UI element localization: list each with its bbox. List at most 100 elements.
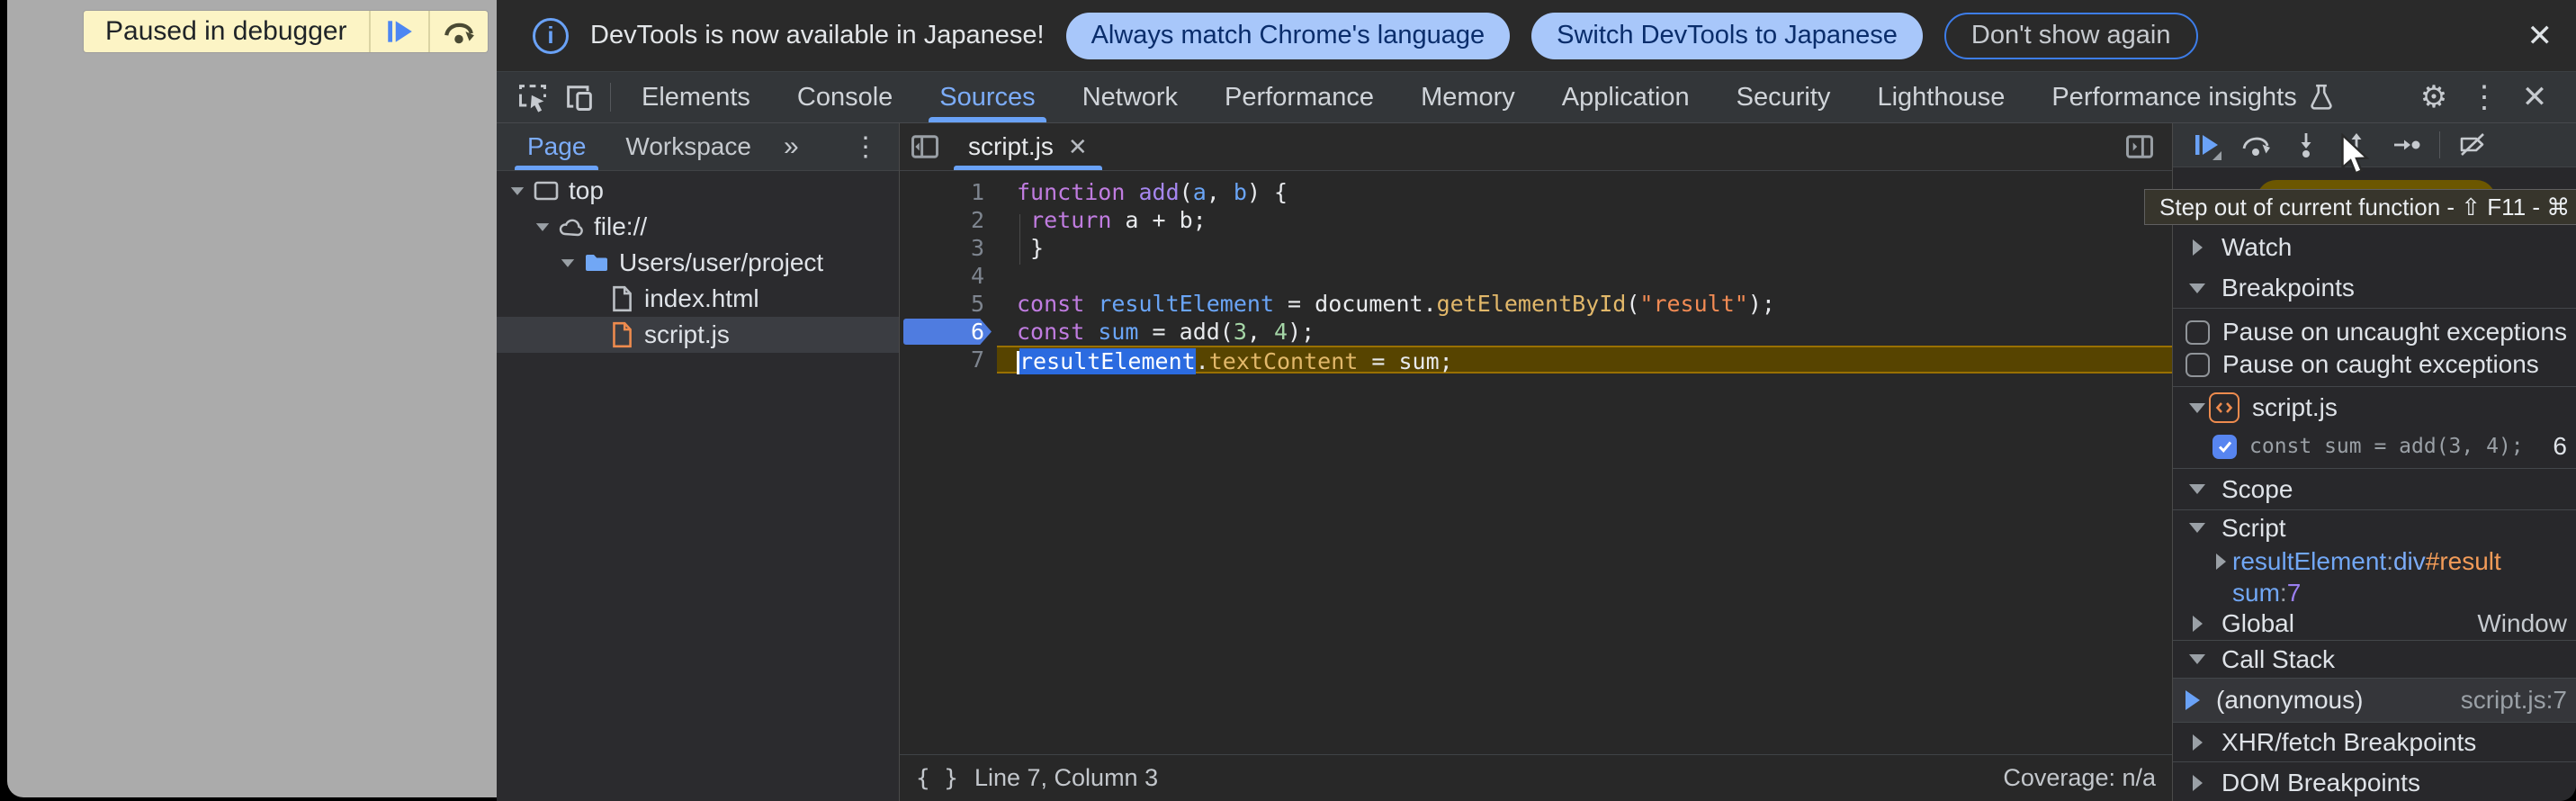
tree-item-label: Users/user/project <box>619 248 823 277</box>
scope-section-header[interactable]: Scope <box>2173 469 2576 509</box>
navigator-tab-workspace[interactable]: Workspace <box>606 123 771 170</box>
breakpoint-entry-row[interactable]: const sum = add(3, 4); 6 <box>2173 428 2576 464</box>
code-line-2: 2 return a + b; <box>900 206 2172 234</box>
code-token: ); <box>1748 291 1775 317</box>
code-token: , <box>1247 319 1274 345</box>
toggle-navigator-icon[interactable] <box>900 123 950 170</box>
line-number-1[interactable]: 1 <box>900 178 997 206</box>
step-out-button[interactable] <box>2338 127 2374 163</box>
watch-section-header[interactable]: Watch <box>2173 227 2576 268</box>
scope-script-row[interactable]: Script <box>2173 510 2576 545</box>
dom-breakpoints-section-header[interactable]: DOM Breakpoints <box>2173 762 2576 801</box>
code-token <box>1084 319 1098 345</box>
settings-gear-icon[interactable]: ⚙ <box>2409 79 2459 115</box>
tab-network[interactable]: Network <box>1059 72 1201 122</box>
device-toolbar-icon[interactable] <box>556 72 603 122</box>
code-line-text-2[interactable]: return a + b; <box>997 206 2172 234</box>
breakpoints-section-header[interactable]: Breakpoints <box>2173 268 2576 308</box>
breakpoint-group-row[interactable]: script.js <box>2173 387 2576 428</box>
tab-console[interactable]: Console <box>774 72 916 122</box>
paused-overlay-label: Paused in debugger <box>84 11 369 52</box>
tab-performance-insights[interactable]: Performance insights <box>2028 72 2357 122</box>
code-line-text-6[interactable]: const sum = add(3, 4); <box>997 318 2172 346</box>
pretty-print-icon[interactable]: { } <box>916 765 958 792</box>
line-number-7[interactable]: 7 <box>900 346 997 374</box>
code-line-text-4[interactable] <box>997 262 2172 290</box>
navigator-tab-page[interactable]: Page <box>507 123 606 170</box>
line-number-5[interactable]: 5 <box>900 290 997 318</box>
breakpoint-entry-checkbox[interactable] <box>2212 435 2237 459</box>
overlay-step-over-button[interactable] <box>430 11 488 52</box>
call-stack-frame-row[interactable]: (anonymous) script.js:7 <box>2173 679 2576 722</box>
tab-label: Network <box>1082 83 1178 112</box>
debugger-sidebar: Step out of current function - ⇧ F11 - ⌘… <box>2172 123 2576 801</box>
line-number-3[interactable]: 3 <box>900 234 997 262</box>
tab-performance[interactable]: Performance <box>1201 72 1397 122</box>
step-over-button[interactable] <box>2238 127 2274 163</box>
code-line-text-3[interactable]: } <box>997 234 2172 262</box>
breakpoint-marker-line-6[interactable]: 6 <box>900 318 997 346</box>
tab-application[interactable]: Application <box>1539 72 1713 122</box>
dont-show-again-button[interactable]: Don't show again <box>1944 13 2198 59</box>
tree-item-top[interactable]: top <box>497 173 899 209</box>
infobar-close-icon[interactable]: ✕ <box>2527 18 2554 54</box>
tree-item-users-user-project[interactable]: Users/user/project <box>497 245 899 281</box>
navigator-overflow-chevrons[interactable]: » <box>771 123 812 170</box>
code-editor[interactable]: 1function add(a, b) {2 return a + b;3 }4… <box>900 171 2172 754</box>
chevron-right-icon <box>2193 616 2203 632</box>
chevron-down-icon <box>536 223 549 231</box>
tab-security[interactable]: Security <box>1713 72 1854 122</box>
active-frame-arrow-icon <box>2186 690 2200 710</box>
tab-sources[interactable]: Sources <box>916 72 1058 122</box>
code-token <box>1125 179 1138 205</box>
pause-uncaught-row[interactable]: Pause on uncaught exceptions <box>2173 316 2576 348</box>
call-stack-section-header[interactable]: Call Stack <box>2173 641 2576 678</box>
resume-button[interactable] <box>2187 127 2223 163</box>
code-token: = document. <box>1274 291 1437 317</box>
tab-lighthouse[interactable]: Lighthouse <box>1853 72 2028 122</box>
code-token: const <box>1017 319 1084 345</box>
code-token: a + b; <box>1111 207 1206 233</box>
scope-var-resultelement[interactable]: resultElement: div#result <box>2173 545 2576 578</box>
editor-tab-close-icon[interactable]: ✕ <box>1068 133 1088 161</box>
code-line-text-7[interactable]: resultElement.textContent = sum; <box>997 346 2172 374</box>
tab-elements[interactable]: Elements <box>618 72 774 122</box>
step-into-button[interactable] <box>2288 127 2324 163</box>
deactivate-breakpoints-button[interactable] <box>2455 127 2491 163</box>
code-line-6: 6const sum = add(3, 4); <box>900 318 2172 346</box>
tree-item-script-js[interactable]: script.js <box>497 317 899 353</box>
scope-separator: : <box>2280 579 2287 608</box>
watch-label: Watch <box>2221 233 2292 262</box>
scope-global-row[interactable]: Global Window <box>2173 608 2576 640</box>
code-token: a <box>1193 179 1207 205</box>
code-line-text-5[interactable]: const resultElement = document.getElemen… <box>997 290 2172 318</box>
navigator-kebab-icon[interactable]: ⋮ <box>832 123 899 170</box>
scope-label: Scope <box>2221 475 2293 504</box>
close-devtools-icon[interactable]: ✕ <box>2509 79 2560 115</box>
overlay-resume-button[interactable] <box>371 11 428 52</box>
xhr-breakpoints-section-header[interactable]: XHR/fetch Breakpoints <box>2173 723 2576 761</box>
pause-caught-checkbox[interactable] <box>2186 353 2210 377</box>
panel-tabs: Elements Console Sources Network Performance… <box>618 72 2358 122</box>
code-line-7: 7resultElement.textContent = sum; <box>900 346 2172 374</box>
step-button[interactable] <box>2389 127 2425 163</box>
tab-label: Console <box>797 83 893 112</box>
more-options-kebab-icon[interactable]: ⋮ <box>2459 79 2509 115</box>
line-number-4[interactable]: 4 <box>900 262 997 290</box>
tree-item-file-[interactable]: file:// <box>497 209 899 245</box>
tab-label: Application <box>1562 83 1690 112</box>
breakpoint-entry-line: 6 <box>2553 432 2567 461</box>
inspect-element-icon[interactable] <box>509 72 556 122</box>
line-number-2[interactable]: 2 <box>900 206 997 234</box>
pause-uncaught-checkbox[interactable] <box>2186 320 2210 345</box>
always-match-language-button[interactable]: Always match Chrome's language <box>1066 13 1511 59</box>
tree-item-index-html[interactable]: index.html <box>497 281 899 317</box>
switch-to-japanese-button[interactable]: Switch DevTools to Japanese <box>1531 13 1923 59</box>
toggle-debugger-sidebar-icon[interactable] <box>2114 123 2165 170</box>
pause-caught-row[interactable]: Pause on caught exceptions <box>2173 348 2576 381</box>
code-line-text-1[interactable]: function add(a, b) { <box>997 178 2172 206</box>
tab-memory[interactable]: Memory <box>1397 72 1539 122</box>
scope-var-sum[interactable]: sum: 7 <box>2173 578 2576 608</box>
devtools-tabbar: Elements Console Sources Network Performance… <box>497 72 2576 123</box>
editor-tab-scriptjs[interactable]: script.js ✕ <box>950 123 1106 170</box>
